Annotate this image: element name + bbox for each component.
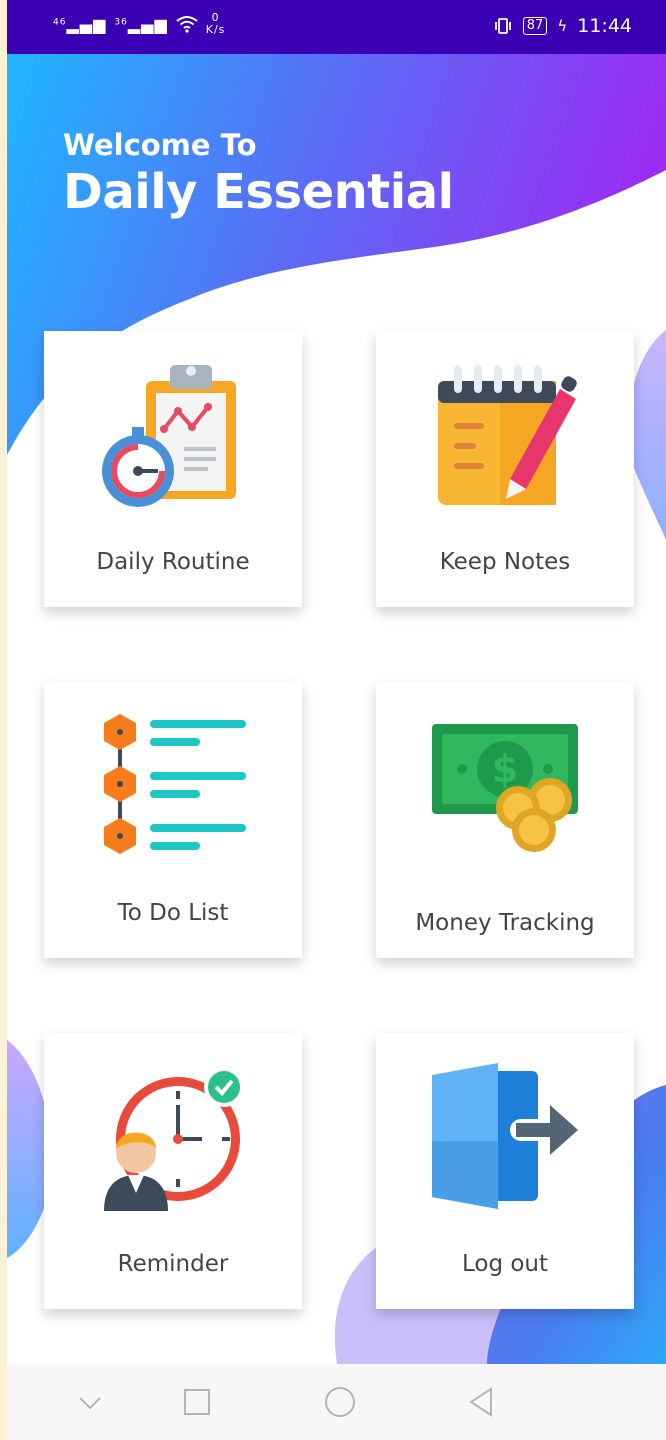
- vibrate-icon: [494, 18, 511, 34]
- to-do-list-label: To Do List: [117, 900, 229, 926]
- daily-routine-card[interactable]: Daily Routine: [44, 331, 302, 607]
- exit-door-icon: [432, 1063, 578, 1209]
- keep-notes-card[interactable]: Keep Notes: [376, 331, 634, 607]
- wifi-icon: [176, 16, 198, 33]
- net-speed-unit: K/s: [205, 23, 226, 36]
- app-title: Daily Essential: [63, 164, 454, 220]
- status-bar: 46▂▄▆ 36▂▄▆ 0 K/s 87 ϟ 11:44: [7, 0, 666, 54]
- clipboard-stopwatch-icon: [102, 365, 236, 507]
- log-out-card[interactable]: Log out: [376, 1033, 634, 1309]
- square-recents-icon[interactable]: [177, 1382, 217, 1422]
- triangle-back-icon[interactable]: [463, 1382, 503, 1422]
- to-do-list-card[interactable]: To Do List: [44, 682, 302, 958]
- money-tracking-card[interactable]: $ Money Tracking: [376, 682, 634, 958]
- battery-icon: 87: [522, 17, 548, 35]
- chevron-down-icon[interactable]: [70, 1382, 110, 1422]
- status-left-group: 46▂▄▆ 36▂▄▆ 0 K/s: [53, 12, 225, 36]
- svg-text:$: $: [492, 747, 518, 791]
- keep-notes-label: Keep Notes: [439, 549, 571, 575]
- app-screen: 46▂▄▆ 36▂▄▆ 0 K/s 87 ϟ 11:44 Welcome To …: [7, 0, 666, 1440]
- signal-2-label: 36: [114, 16, 128, 27]
- signal-strength-2-icon: 36▂▄▆: [114, 14, 168, 34]
- reminder-label: Reminder: [117, 1251, 229, 1277]
- notepad-pen-icon: [438, 365, 577, 505]
- clock: 11:44: [577, 15, 632, 37]
- money-tracking-label: Money Tracking: [415, 910, 595, 936]
- log-out-label: Log out: [461, 1251, 549, 1277]
- welcome-subtitle: Welcome To: [63, 128, 257, 162]
- status-right-group: 87 ϟ 11:44: [493, 15, 632, 37]
- net-speed: 0 K/s: [206, 12, 226, 36]
- left-edge-strip: [0, 0, 7, 1440]
- circle-home-icon[interactable]: [320, 1382, 360, 1422]
- charging-icon: ϟ: [557, 17, 568, 35]
- checklist-icon: [104, 714, 246, 854]
- signal-strength-icon: 46▂▄▆: [53, 14, 107, 34]
- reminder-card[interactable]: Reminder: [44, 1033, 302, 1309]
- hero-header: Welcome To Daily Essential: [63, 128, 454, 220]
- system-nav-bar: [7, 1364, 666, 1440]
- daily-routine-label: Daily Routine: [96, 549, 250, 575]
- banknote-coins-icon: $: [432, 724, 578, 852]
- alarm-clock-person-icon: [104, 1067, 244, 1211]
- signal-1-label: 46: [53, 16, 67, 27]
